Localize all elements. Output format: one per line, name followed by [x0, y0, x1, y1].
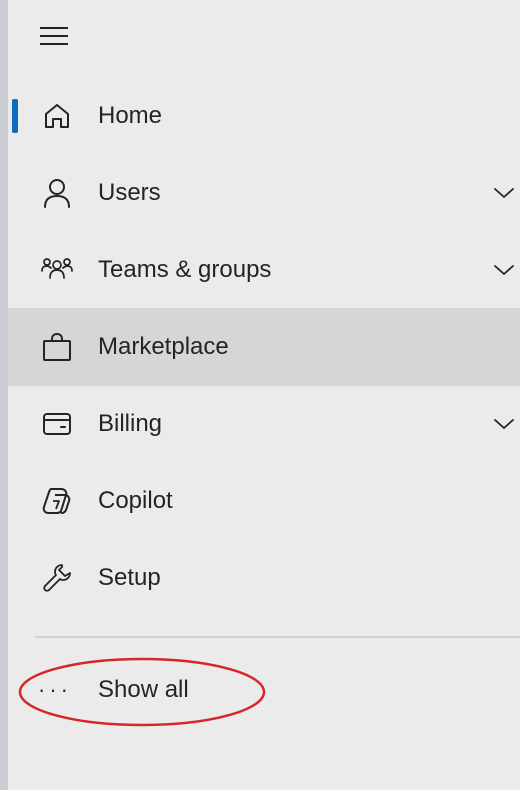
- nav-item-label: Copilot: [98, 487, 173, 514]
- nav-item-label: Users: [98, 179, 161, 206]
- nav-item-label: Teams & groups: [98, 256, 272, 283]
- chevron-down-icon[interactable]: [490, 179, 518, 207]
- nav-item-setup[interactable]: Setup: [8, 539, 520, 617]
- show-all-label: Show all: [98, 676, 189, 703]
- nav-item-marketplace[interactable]: Marketplace: [8, 308, 520, 386]
- nav-item-teams-groups[interactable]: Teams & groups: [8, 231, 520, 309]
- chevron-down-icon[interactable]: [490, 256, 518, 284]
- person-icon: [39, 175, 75, 211]
- nav-divider: [35, 636, 520, 638]
- more-horizontal-icon: ···: [38, 677, 72, 702]
- nav-item-users[interactable]: Users: [8, 154, 520, 232]
- copilot-icon: [39, 483, 75, 519]
- nav-item-label: Billing: [98, 410, 163, 437]
- nav-item-copilot[interactable]: Copilot: [8, 462, 520, 540]
- nav-item-label: Home: [98, 102, 163, 129]
- nav-item-label: Setup: [98, 564, 161, 591]
- left-navigation-pane: Home Users Teams & groups Marketplace Bi…: [0, 0, 520, 790]
- home-icon: [39, 98, 75, 134]
- nav-item-label: Marketplace: [98, 333, 229, 360]
- active-indicator: [12, 99, 18, 133]
- people-team-icon: [39, 252, 75, 288]
- wrench-icon: [39, 560, 75, 596]
- nav-item-billing[interactable]: Billing: [8, 385, 520, 463]
- chevron-down-icon[interactable]: [490, 410, 518, 438]
- show-all-button[interactable]: ··· Show all: [8, 651, 520, 729]
- hamburger-menu-button[interactable]: [30, 12, 78, 60]
- nav-item-home[interactable]: Home: [8, 77, 520, 155]
- wallet-card-icon: [39, 406, 75, 442]
- shopping-bag-icon: [39, 329, 75, 365]
- hamburger-menu-icon: [38, 24, 70, 48]
